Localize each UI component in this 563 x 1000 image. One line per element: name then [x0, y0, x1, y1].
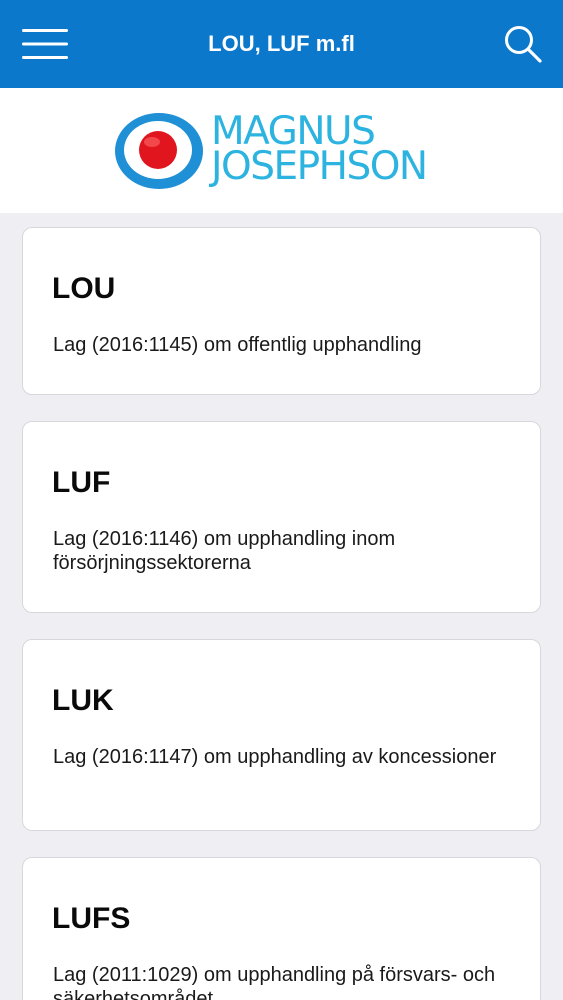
search-button[interactable]	[494, 17, 552, 71]
law-card-lou[interactable]: LOU Lag (2016:1145) om offentlig upphand…	[22, 227, 541, 395]
top-app-bar: LOU, LUF m.fl	[0, 0, 563, 88]
law-card-description: Lag (2011:1029) om upphandling på försva…	[53, 964, 496, 1000]
law-card-title: LUFS	[52, 902, 131, 935]
law-card-luf[interactable]: LUF Lag (2016:1146) om upphandling inom …	[22, 421, 541, 613]
law-card-title: LOU	[52, 272, 116, 305]
app-screen: LOU, LUF m.fl MAGNUS JOSEPHSON LOU Lag (…	[0, 0, 563, 1000]
brand-name-line2: JOSEPHSON	[211, 144, 428, 189]
law-card-description: Lag (2016:1146) om upphandling inom förs…	[53, 528, 396, 574]
law-card-title: LUF	[52, 466, 111, 499]
menu-button[interactable]	[14, 20, 76, 68]
law-card-lufs[interactable]: LUFS Lag (2011:1029) om upphandling på f…	[22, 857, 541, 1000]
brand-logo-text: MAGNUS JOSEPHSON	[211, 112, 428, 189]
hamburger-menu-icon	[22, 29, 68, 59]
target-logo-icon	[115, 113, 203, 189]
law-card-title: LUK	[52, 684, 114, 717]
law-card-luk[interactable]: LUK Lag (2016:1147) om upphandling av ko…	[22, 639, 541, 831]
law-card-description: Lag (2016:1147) om upphandling av konces…	[53, 746, 497, 768]
brand-banner: MAGNUS JOSEPHSON	[0, 88, 563, 213]
search-icon	[505, 26, 542, 63]
page-title: LOU, LUF m.fl	[208, 31, 355, 56]
law-card-description: Lag (2016:1145) om offentlig upphandling	[53, 334, 422, 356]
